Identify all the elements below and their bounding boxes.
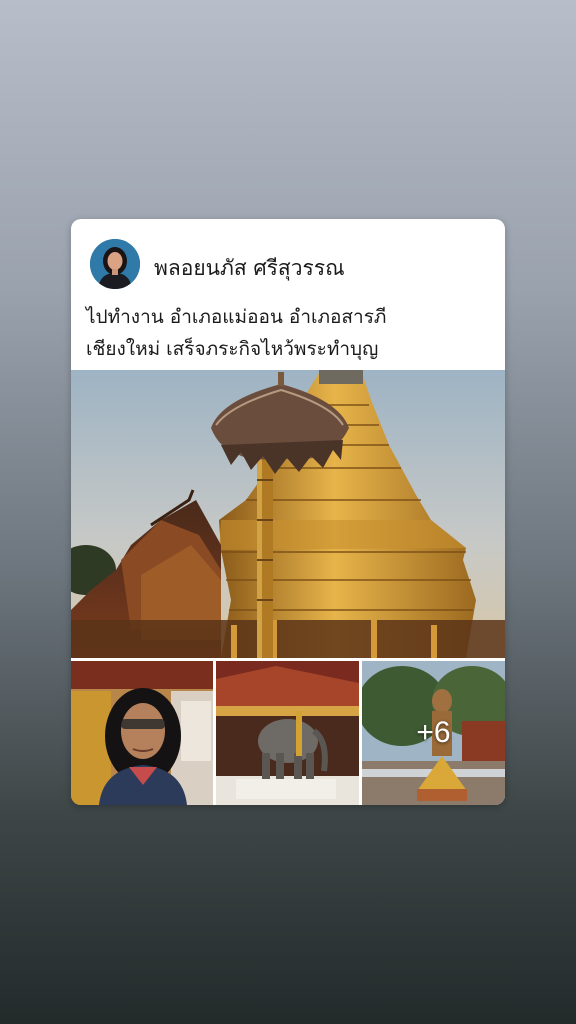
post-caption: ไปทำงาน อำเภอแม่ออน อำเภอสารภี เชียงใหม่… (86, 301, 496, 365)
caption-line-2: เชียงใหม่ เสร็จภระกิจไหว้พระทำบุญ (86, 338, 379, 360)
thumbnail-photo-elephant-statue[interactable] (216, 661, 359, 805)
post-header: พลอยนภัส ศรีสุวรรณ (71, 219, 505, 289)
more-photos-count[interactable]: +6 (362, 661, 505, 805)
post-card[interactable]: พลอยนภัส ศรีสุวรรณ ไปทำงาน อำเภอแม่ออน อ… (71, 219, 505, 805)
author-avatar[interactable] (90, 239, 140, 289)
thumbnail-photo-selfie[interactable] (71, 661, 213, 805)
hero-photo-temple[interactable] (71, 370, 505, 658)
thumbnail-photo-buddha-more[interactable]: +6 (362, 661, 505, 805)
author-name[interactable]: พลอยนภัส ศรีสุวรรณ (154, 252, 345, 285)
photo-thumbnails: +6 (71, 661, 505, 805)
caption-line-1: ไปทำงาน อำเภอแม่ออน อำเภอสารภี (86, 306, 387, 328)
